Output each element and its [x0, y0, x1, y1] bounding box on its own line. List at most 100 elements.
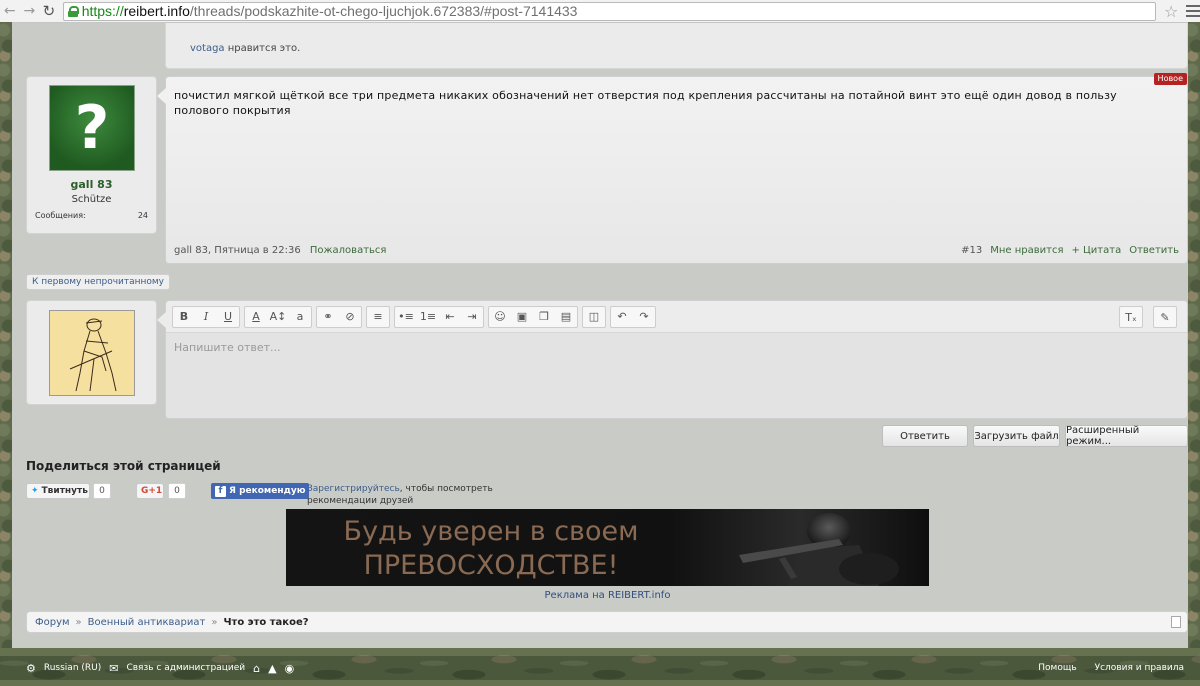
share-row: ✦ Твитнуть 0 G+1 0 f Я рекомендую Зареги… — [26, 483, 586, 506]
terms-link[interactable]: Условия и правила — [1095, 663, 1184, 673]
fb-recommend-button[interactable]: f Я рекомендую — [211, 483, 310, 499]
bullet-list-icon[interactable]: •≡ — [395, 307, 417, 327]
source-mode-icon[interactable]: ✎ — [1154, 307, 1176, 327]
text-color-icon[interactable]: A — [245, 307, 267, 327]
font-family-icon[interactable]: a — [289, 307, 311, 327]
ad-banner[interactable]: Будь уверен в своем ПРЕВОСХОДСТВЕ! — [286, 509, 929, 586]
tweet-button[interactable]: ✦ Твитнуть — [26, 483, 90, 499]
user-title: Schütze — [71, 194, 112, 205]
post-text: почистил мягкой щёткой все три предмета … — [174, 89, 1117, 117]
ad-label[interactable]: Реклама на REIBERT.info — [286, 590, 929, 601]
undo-icon[interactable]: ↶ — [611, 307, 633, 327]
footer-left: ⚙ Russian (RU) ✉ Связь с администрацией … — [0, 662, 294, 675]
unlink-icon[interactable]: ⊘ — [339, 307, 361, 327]
breadcrumb-current[interactable]: Что это такое? — [223, 617, 308, 628]
editor-toolbar: B I U A A↕ a ⚭ ⊘ ≡ •≡ 1≡ ⇤ ⇥ ☺ ▣ ❐ ▤ ◫ ↶… — [166, 301, 1187, 333]
forward-icon[interactable]: → — [20, 1, 40, 21]
message-count-value: 24 — [137, 211, 148, 220]
reply-user-card — [26, 300, 157, 405]
avatar[interactable]: ? — [49, 85, 135, 171]
breadcrumb: Форум » Военный антиквариат » Что это та… — [26, 611, 1188, 633]
url-host: reibert.info — [123, 3, 190, 19]
camo-border-right — [1188, 22, 1200, 648]
breadcrumb-section[interactable]: Военный антиквариат — [88, 617, 206, 628]
font-size-icon[interactable]: A↕ — [267, 307, 289, 327]
banner-line1: Будь уверен в своем — [343, 516, 639, 547]
page-content: votaga нравится это. ? gall 83 Schütze С… — [12, 23, 1188, 648]
report-link[interactable]: Пожаловаться — [310, 245, 387, 256]
upload-file-button[interactable]: Загрузить файл — [973, 425, 1060, 447]
fb-recommend-text: Зарегистрируйтесь, чтобы посмотреть реко… — [307, 483, 557, 507]
message-count: Сообщения: 24 — [35, 211, 148, 220]
reload-icon[interactable]: ↻ — [39, 1, 59, 21]
facebook-icon: f — [215, 485, 226, 497]
bookmark-star-icon[interactable]: ☆ — [1164, 2, 1178, 21]
italic-icon[interactable]: I — [195, 307, 217, 327]
avatar[interactable] — [49, 310, 135, 396]
align-icon[interactable]: ≡ — [367, 307, 389, 327]
gplus-button[interactable]: G+1 — [136, 483, 164, 499]
twitter-icon: ✦ — [31, 486, 39, 496]
soldier-image — [739, 513, 899, 586]
message-count-label: Сообщения: — [35, 211, 86, 220]
post-actions: #13 Мне нравится + Цитата Ответить — [961, 245, 1179, 256]
reply-link[interactable]: Ответить — [1129, 245, 1179, 256]
back-icon[interactable]: ← — [0, 1, 20, 21]
underline-icon[interactable]: U — [217, 307, 239, 327]
reply-button[interactable]: Ответить — [882, 425, 968, 447]
likes-text: нравится это. — [227, 43, 301, 54]
fb-register-link[interactable]: Зарегистрируйтесь — [307, 484, 400, 494]
language-chooser[interactable]: Russian (RU) — [44, 663, 101, 673]
post-username[interactable]: gall 83 — [27, 178, 156, 191]
contact-link[interactable]: Связь с администрацией — [126, 663, 245, 673]
post-message: Новое почистил мягкой щёткой все три пре… — [157, 73, 1188, 264]
gear-icon: ⚙ — [26, 661, 36, 675]
indent-icon[interactable]: ⇥ — [461, 307, 483, 327]
address-bar[interactable]: https://reibert.info/threads/podskazhite… — [62, 1, 1156, 21]
scroll-top-icon[interactable]: ▲ — [268, 662, 276, 675]
likes-summary: votaga нравится это. — [190, 43, 300, 54]
url-path: /threads/podskazhite-ot-chego-ljuchjok.6… — [189, 3, 578, 19]
post-meta: gall 83, Пятница в 22:36 Пожаловаться — [174, 245, 386, 256]
outdent-icon[interactable]: ⇤ — [439, 307, 461, 327]
tweet-label: Твитнуть — [41, 486, 88, 496]
rss-icon[interactable]: ◉ — [285, 662, 295, 675]
quote-link[interactable]: + Цитата — [1071, 245, 1121, 256]
breadcrumb-forum[interactable]: Форум — [35, 617, 70, 628]
page-icon — [1171, 616, 1181, 628]
help-link[interactable]: Помощь — [1038, 663, 1076, 673]
redo-icon[interactable]: ↷ — [633, 307, 655, 327]
breadcrumb-separator: » — [75, 616, 82, 628]
like-link[interactable]: Мне нравится — [990, 245, 1063, 256]
new-badge: Новое — [1153, 73, 1187, 85]
remove-format-icon[interactable]: Tₓ — [1120, 307, 1142, 327]
previous-post-fragment: votaga нравится это. — [165, 23, 1188, 69]
share-title: Поделиться этой страницей — [26, 459, 221, 473]
browser-menu-icon[interactable] — [1186, 5, 1200, 17]
liker-link[interactable]: votaga — [190, 43, 225, 54]
home-icon[interactable]: ⌂ — [253, 662, 260, 675]
media-icon[interactable]: ❐ — [533, 307, 555, 327]
link-icon[interactable]: ⚭ — [317, 307, 339, 327]
footer-bar: ⚙ Russian (RU) ✉ Связь с администрацией … — [0, 656, 1200, 680]
first-unread-link[interactable]: К первому непрочитанному — [26, 274, 171, 290]
gplus-count: 0 — [168, 483, 186, 499]
smiley-icon[interactable]: ☺ — [489, 307, 511, 327]
advanced-mode-button[interactable]: Расширенный режим... — [1065, 425, 1188, 447]
save-draft-icon[interactable]: ◫ — [583, 307, 605, 327]
fb-recommend-label: Я рекомендую — [229, 486, 306, 496]
post-author-date[interactable]: gall 83, Пятница в 22:36 — [174, 245, 301, 256]
footer: ⚙ Russian (RU) ✉ Связь с администрацией … — [0, 648, 1200, 686]
url-scheme: https:// — [81, 3, 124, 19]
browser-toolbar: ← → ↻ https://reibert.info/threads/podsk… — [0, 0, 1200, 23]
mail-icon: ✉ — [109, 661, 119, 675]
reply-editor: B I U A A↕ a ⚭ ⊘ ≡ •≡ 1≡ ⇤ ⇥ ☺ ▣ ❐ ▤ ◫ ↶… — [157, 300, 1188, 419]
post-number[interactable]: #13 — [961, 245, 982, 256]
bold-icon[interactable]: B — [173, 307, 195, 327]
numbered-list-icon[interactable]: 1≡ — [417, 307, 439, 327]
reply-input[interactable]: Напишите ответ... — [174, 341, 281, 354]
insert-icon[interactable]: ▤ — [555, 307, 577, 327]
post-user-card: ? gall 83 Schütze Сообщения: 24 — [26, 76, 157, 234]
image-icon[interactable]: ▣ — [511, 307, 533, 327]
tweet-count: 0 — [93, 483, 111, 499]
